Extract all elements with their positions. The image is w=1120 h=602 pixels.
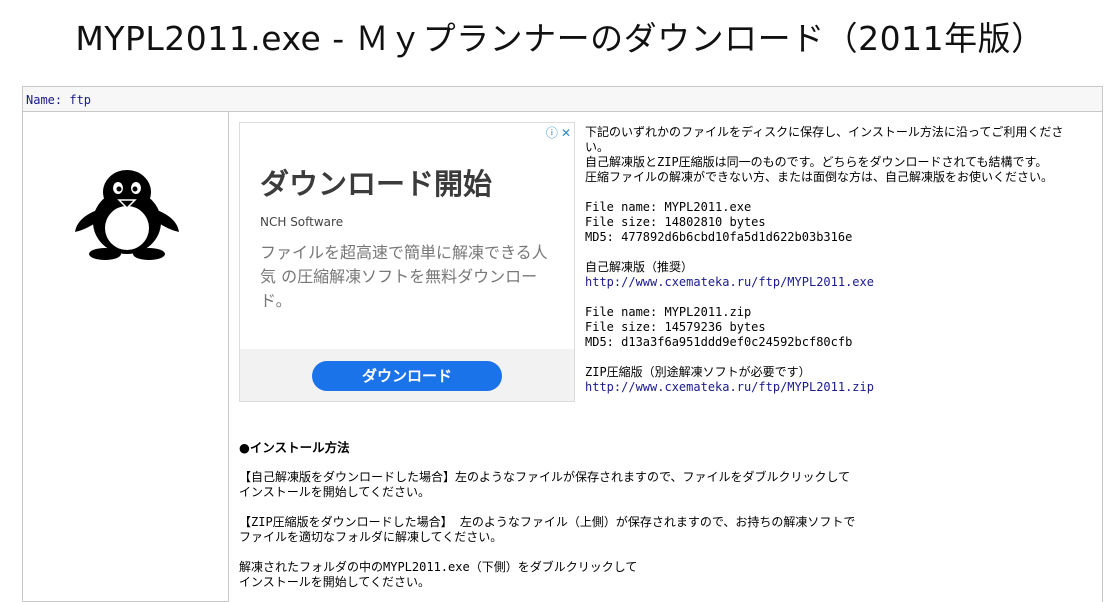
- install-instructions: ●インストール方法 【自己解凍版をダウンロードした場合】左のようなファイルが保存…: [239, 440, 1069, 590]
- exe-file-name: File name: MYPL2011.exe: [585, 200, 752, 214]
- zip-download-link[interactable]: http://www.cxematekа.ru/ftp/MYPL2011.zip: [585, 380, 874, 394]
- install-exe-line-1: 【自己解凍版をダウンロードした場合】左のようなファイルが保存されますので、ファイ…: [239, 470, 851, 484]
- intro-text-1: 下記のいずれかのファイルをディスクに保存し、インストール方法に沿ってご利用くださ…: [585, 125, 1064, 154]
- install-run-line-2: インストールを開始してください。: [239, 575, 431, 589]
- ad-description[interactable]: ファイルを超高速で簡単に解凍できる人気 の圧縮解凍ソフトを無料ダウンロード。: [260, 241, 560, 313]
- install-zip-line-2: ファイルを適切なフォルダに解凍してください。: [239, 530, 503, 544]
- intro-text-2: 自己解凍版とZIP圧縮版は同一のものです。どちらをダウンロードされても結構です。: [585, 155, 1048, 169]
- ad-footer: ダウンロード: [240, 349, 574, 401]
- download-info: 下記のいずれかのファイルをディスクに保存し、インストール方法に沿ってご利用くださ…: [585, 125, 1085, 395]
- exe-file-size: File size: 14802810 bytes: [585, 215, 766, 229]
- advertisement[interactable]: ⓘ ✕ ダウンロード開始 NCH Software ファイルを超高速で簡単に解凍で…: [239, 122, 575, 402]
- exe-label: 自己解凍版（推奨）: [585, 260, 694, 274]
- install-exe-line-2: インストールを開始してください。: [239, 485, 431, 499]
- zip-md5: MD5: d13a3f6a951ddd9ef0c24592bcf80cfb: [585, 335, 853, 349]
- exe-download-link[interactable]: http://www.cxematekа.ru/ftp/MYPL2011.exe: [585, 275, 874, 289]
- ad-download-button[interactable]: ダウンロード: [312, 361, 502, 391]
- install-heading: ●インストール方法: [239, 440, 350, 455]
- file-icon-cell: [22, 112, 229, 602]
- intro-text-3: 圧縮ファイルの解凍ができない方、または面倒な方は、自己解凍版をお使いください。: [585, 170, 1054, 184]
- zip-file-name: File name: MYPL2011.zip: [585, 305, 752, 319]
- exe-md5: MD5: 477892d6b6cbd10fa5d1d622b03b316e: [585, 230, 853, 244]
- install-zip-line-1: 【ZIP圧縮版をダウンロードした場合】 左のようなファイル（上側）が保存されます…: [239, 515, 856, 529]
- zip-label: ZIP圧縮版（別途解凍ソフトが必要です）: [585, 365, 811, 379]
- directory-name-bar: Name: ftp: [22, 86, 1103, 112]
- ad-choices[interactable]: ⓘ ✕: [543, 124, 571, 141]
- ad-brand[interactable]: NCH Software: [260, 215, 343, 229]
- close-icon[interactable]: ✕: [561, 126, 571, 140]
- install-run-line-1: 解凍されたフォルダの中のMYPL2011.exe（下側）をダブルクリックして: [239, 560, 638, 574]
- penguin-icon: [75, 170, 179, 260]
- ad-heading[interactable]: ダウンロード開始: [260, 161, 492, 203]
- zip-file-size: File size: 14579236 bytes: [585, 320, 766, 334]
- info-icon[interactable]: ⓘ: [546, 124, 558, 141]
- page-title: MYPL2011.exe - Ｍｙプランナーのダウンロード（2011年版）: [75, 19, 1045, 58]
